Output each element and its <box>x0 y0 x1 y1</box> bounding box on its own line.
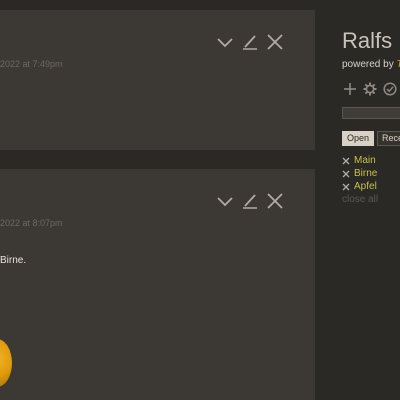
list-item: Apfel <box>342 180 378 193</box>
list-item: Main <box>342 154 378 167</box>
list-item: Birne <box>342 167 378 180</box>
plus-icon[interactable] <box>342 81 358 97</box>
pear-image <box>0 339 12 387</box>
close-icon[interactable] <box>265 191 285 211</box>
tiddler-body: Birne. <box>0 255 27 266</box>
edit-icon[interactable] <box>240 32 260 52</box>
open-item-link[interactable]: Apfel <box>354 181 377 192</box>
tiddler-subtitle: 2022 at 7:49pm <box>0 59 63 69</box>
tiddler-2: 2022 at 8:07pm Birne. <box>0 169 315 400</box>
powered-by-text: powered by <box>342 59 397 70</box>
powered-by-link[interactable]: Ti <box>396 59 400 70</box>
tab-open[interactable]: Open <box>342 131 375 146</box>
close-icon[interactable] <box>342 170 350 178</box>
tiddler-controls <box>215 32 285 52</box>
search-input[interactable] <box>342 107 400 119</box>
tiddler-subtitle: 2022 at 8:07pm <box>0 218 63 228</box>
chevron-down-icon[interactable] <box>215 32 235 52</box>
edit-icon[interactable] <box>240 191 260 211</box>
open-tiddlers-list: Main Birne Apfel close all <box>342 154 378 206</box>
open-item-link[interactable]: Main <box>354 155 376 166</box>
close-all-button[interactable]: close all <box>342 193 378 206</box>
close-icon[interactable] <box>265 32 285 52</box>
tiddler-controls <box>215 191 285 211</box>
chevron-down-icon[interactable] <box>215 191 235 211</box>
tab-recent[interactable]: Recent <box>377 131 400 146</box>
tiddler-1: 2022 at 7:49pm <box>0 10 315 150</box>
gear-icon[interactable] <box>362 81 378 97</box>
sidebar: Ralfs N powered by Ti Open Recent <box>315 0 400 400</box>
site-title: Ralfs N <box>342 28 400 53</box>
close-icon[interactable] <box>342 157 350 165</box>
close-icon[interactable] <box>342 183 350 191</box>
site-subtitle: powered by Ti <box>342 59 400 70</box>
page-controls <box>342 81 398 97</box>
sidebar-tabs: Open Recent <box>342 131 400 146</box>
check-circle-icon[interactable] <box>382 81 398 97</box>
open-item-link[interactable]: Birne <box>354 168 377 179</box>
